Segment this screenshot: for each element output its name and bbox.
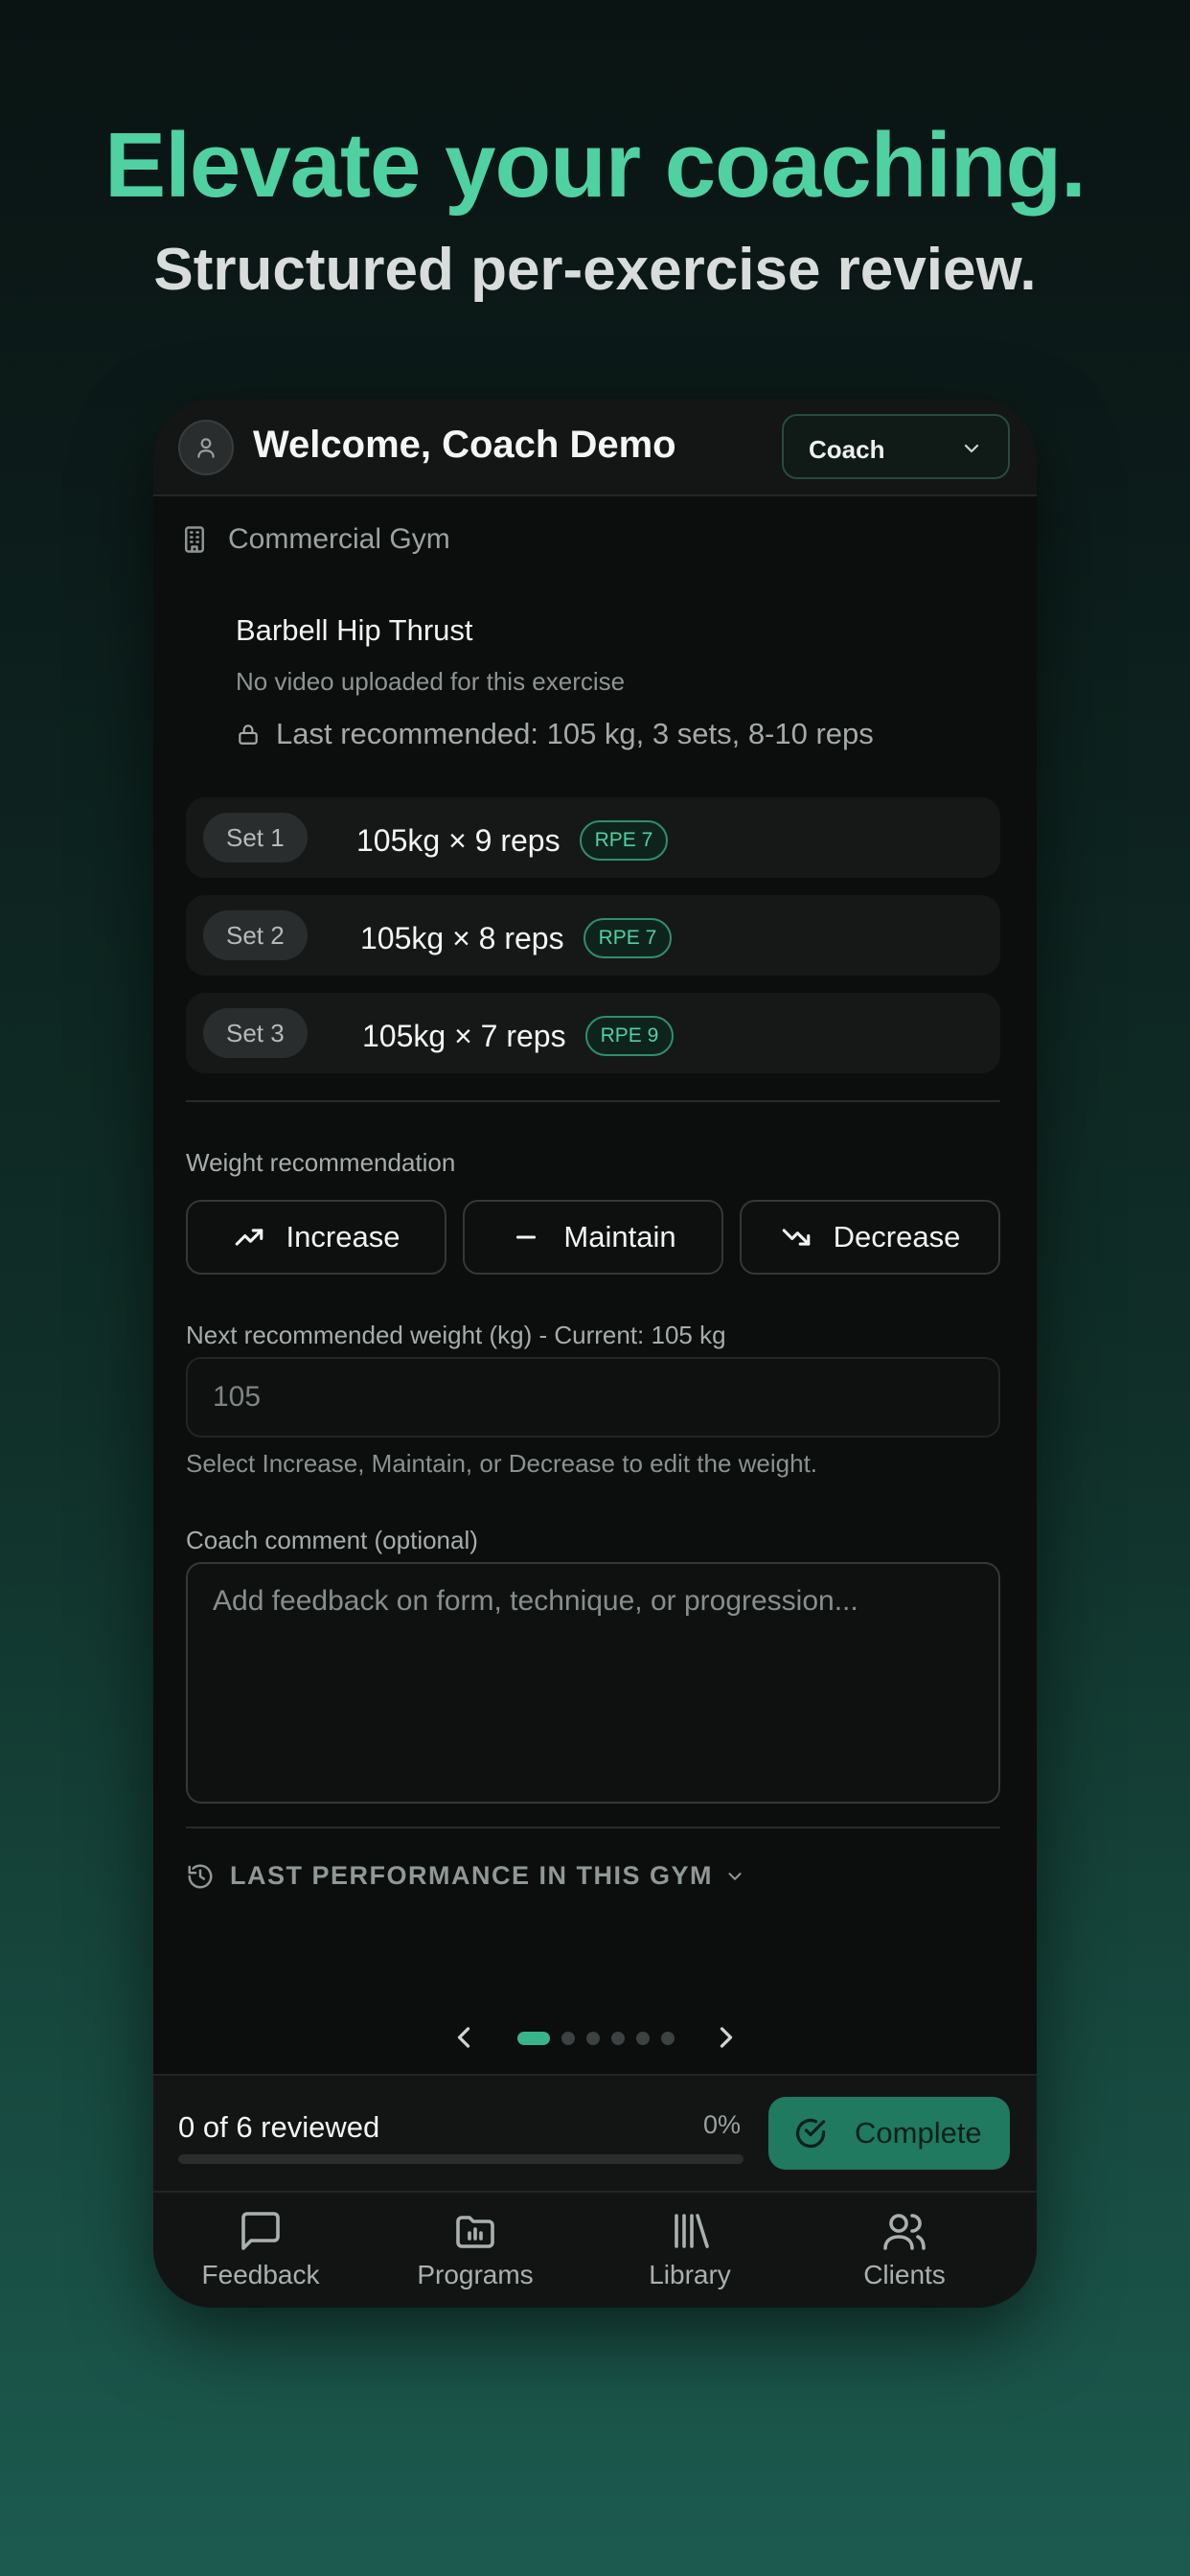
pager-dot-active[interactable] xyxy=(517,2032,550,2045)
divider xyxy=(186,1100,1000,1102)
set-detail: 105kg × 7 reps xyxy=(362,1018,566,1053)
folder-chart-icon xyxy=(456,2216,494,2248)
pager-dot[interactable] xyxy=(611,2032,625,2045)
exercise-name: Barbell Hip Thrust xyxy=(236,613,473,647)
chevron-right-icon[interactable] xyxy=(709,2020,744,2055)
set-detail: 105kg × 9 reps xyxy=(356,822,561,858)
trending-up-icon xyxy=(235,1229,263,1246)
set-card-1: Set 1 105kg × 9 reps RPE 7 xyxy=(186,797,1000,878)
tab-library[interactable]: Library xyxy=(583,2206,797,2302)
set-detail: 105kg × 8 reps xyxy=(360,920,564,955)
app-screen: Welcome, Coach Demo Coach Commercial Gym… xyxy=(153,399,1037,2308)
tab-feedback[interactable]: Feedback xyxy=(153,2206,368,2302)
weight-helper-text: Select Increase, Maintain, or Decrease t… xyxy=(186,1449,818,1478)
welcome-title: Welcome, Coach Demo xyxy=(253,424,676,466)
set-detail-row: 105kg × 7 reps RPE 9 xyxy=(362,1016,675,1056)
set-label: Set 3 xyxy=(203,1008,308,1058)
last-performance-toggle[interactable]: LAST PERFORMANCE IN THIS GYM xyxy=(186,1861,745,1891)
set-label: Set 2 xyxy=(203,910,308,960)
users-icon xyxy=(883,2214,926,2250)
trending-down-icon xyxy=(782,1229,810,1246)
pager-dot[interactable] xyxy=(586,2032,600,2045)
building-icon xyxy=(185,526,204,553)
coach-comment-label: Coach comment (optional) xyxy=(186,1526,478,1554)
top-bar: Welcome, Coach Demo Coach xyxy=(153,399,1037,496)
review-progress-bar xyxy=(178,2154,744,2164)
pager-dot[interactable] xyxy=(636,2032,650,2045)
next-weight-input[interactable]: 105 xyxy=(186,1357,1000,1438)
set-card-2: Set 2 105kg × 8 reps RPE 7 xyxy=(186,895,1000,976)
tab-label: Feedback xyxy=(201,2260,320,2289)
next-weight-label: Next recommended weight (kg) - Current: … xyxy=(186,1321,726,1349)
hero-subtitle: Structured per-exercise review. xyxy=(153,237,1037,303)
avatar[interactable] xyxy=(178,420,234,475)
chevron-down-icon xyxy=(728,1872,742,1880)
rpe-badge: RPE 9 xyxy=(584,1016,675,1056)
last-recommended: Last recommended: 105 kg, 3 sets, 8-10 r… xyxy=(276,717,874,750)
last-performance-label: LAST PERFORMANCE IN THIS GYM xyxy=(230,1861,714,1890)
set-detail-row: 105kg × 8 reps RPE 7 xyxy=(360,918,673,958)
user-icon xyxy=(197,438,215,458)
review-percent: 0% xyxy=(703,2110,742,2139)
pager-dot[interactable] xyxy=(561,2032,575,2045)
gym-name: Commercial Gym xyxy=(228,523,450,555)
set-card-3: Set 3 105kg × 7 reps RPE 9 xyxy=(186,993,1000,1073)
bottom-tab-bar: Feedback Programs Library Clients xyxy=(153,2193,1037,2308)
role-select-value: Coach xyxy=(809,435,885,464)
tab-label: Library xyxy=(649,2260,731,2289)
library-icon xyxy=(675,2214,709,2248)
complete-label: Complete xyxy=(855,2116,982,2150)
tab-programs[interactable]: Programs xyxy=(368,2206,583,2302)
message-square-icon xyxy=(241,2212,280,2250)
check-circle-icon xyxy=(795,2118,826,2149)
increase-button[interactable]: Increase xyxy=(186,1200,446,1275)
rpe-badge: RPE 7 xyxy=(583,918,673,958)
divider xyxy=(186,1827,1000,1828)
complete-button[interactable]: Complete xyxy=(768,2097,1010,2170)
minus-icon xyxy=(516,1235,537,1239)
chevron-down-icon xyxy=(964,444,979,453)
video-status: No video uploaded for this exercise xyxy=(236,667,626,696)
hero-title: Elevate your coaching. xyxy=(104,114,1087,217)
chevron-left-icon[interactable] xyxy=(446,2020,481,2055)
gym-row: Commercial Gym xyxy=(180,523,450,556)
rpe-badge: RPE 7 xyxy=(579,820,669,861)
exercise-pager xyxy=(153,2009,1037,2066)
tab-label: Programs xyxy=(417,2260,534,2289)
last-recommended-row: Last recommended: 105 kg, 3 sets, 8-10 r… xyxy=(236,717,874,751)
increase-label: Increase xyxy=(286,1220,400,1254)
review-status: 0 of 6 reviewed xyxy=(178,2110,380,2144)
history-icon xyxy=(188,1864,213,1888)
role-select[interactable]: Coach xyxy=(782,414,1010,479)
tab-label: Clients xyxy=(863,2260,946,2289)
decrease-label: Decrease xyxy=(833,1220,961,1254)
pager-dot[interactable] xyxy=(661,2032,675,2045)
weight-recommendation-label: Weight recommendation xyxy=(186,1148,456,1177)
tab-clients[interactable]: Clients xyxy=(797,2206,1012,2302)
maintain-label: Maintain xyxy=(563,1220,676,1254)
maintain-button[interactable]: Maintain xyxy=(463,1200,723,1275)
set-label: Set 1 xyxy=(203,813,308,862)
coach-comment-textarea[interactable]: Add feedback on form, technique, or prog… xyxy=(186,1562,1000,1804)
decrease-button[interactable]: Decrease xyxy=(740,1200,1000,1275)
set-detail-row: 105kg × 9 reps RPE 7 xyxy=(356,820,669,861)
lock-icon xyxy=(239,724,258,745)
review-bar: 0 of 6 reviewed 0% Complete xyxy=(153,2074,1037,2193)
